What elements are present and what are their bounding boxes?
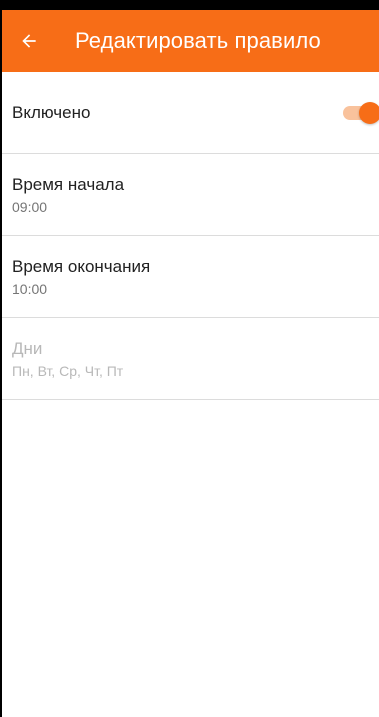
days-label: Дни — [12, 338, 43, 358]
start-time-label: Время начала — [12, 174, 125, 194]
page-title: Редактировать правило — [75, 28, 321, 53]
enabled-setting-row[interactable]: Включено — [2, 72, 379, 154]
back-button[interactable] — [4, 10, 54, 72]
end-time-row[interactable]: Время окончания 10:00 — [2, 236, 379, 318]
arrow-left-icon — [19, 31, 39, 51]
toggle-thumb — [359, 101, 379, 124]
enabled-label: Включено — [12, 102, 91, 122]
end-time-value: 10:00 — [12, 280, 48, 297]
days-value: Пн, Вт, Ср, Чт, Пт — [12, 362, 124, 379]
screen: Редактировать правило Включено Время нач… — [0, 0, 379, 717]
days-row: Дни Пн, Вт, Ср, Чт, Пт — [2, 318, 379, 400]
enabled-toggle[interactable] — [339, 101, 379, 125]
end-time-label: Время окончания — [12, 256, 151, 276]
start-time-value: 09:00 — [12, 198, 48, 215]
start-time-row[interactable]: Время начала 09:00 — [2, 154, 379, 236]
app-bar: Редактировать правило — [2, 10, 379, 72]
